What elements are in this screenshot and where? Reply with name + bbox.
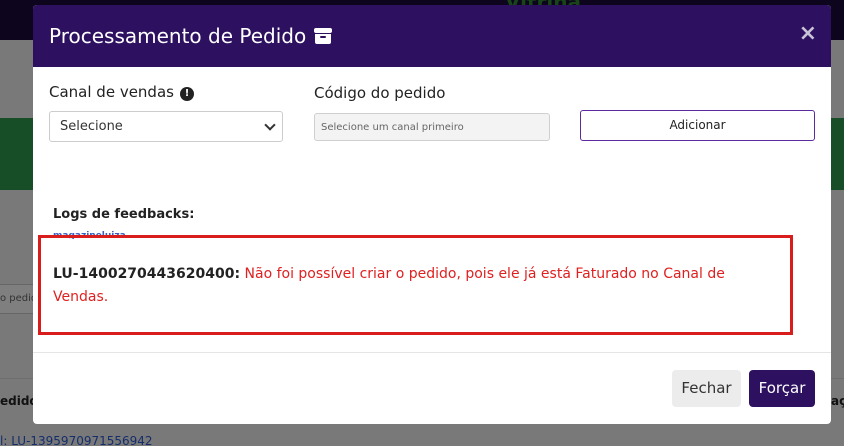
sales-channel-select[interactable]: Selecione [49,111,283,142]
logs-label: Logs de feedbacks: [53,207,195,222]
log-order-id: LU-1400270443620400: [53,266,241,282]
sales-channel-select-value: Selecione [60,119,123,134]
force-button[interactable]: Forçar [749,370,815,407]
box-icon [314,28,333,44]
close-modal-button[interactable]: Fechar [672,370,741,407]
modal-title: Processamento de Pedido [49,24,307,48]
footer-divider [33,352,831,353]
order-code-label: Código do pedido [314,84,446,102]
order-processing-modal: Processamento de Pedido × Canal de venda… [33,5,831,424]
sales-channel-label: Canal de vendas! [49,83,194,101]
modal-header: Processamento de Pedido × [33,5,831,67]
order-code-input[interactable]: Selecione um canal primeiro [314,113,550,141]
chevron-down-icon [264,119,276,131]
info-icon: ! [179,87,194,101]
sales-channel-label-text: Canal de vendas [49,83,174,101]
close-button[interactable]: × [799,23,817,45]
add-button[interactable]: Adicionar [580,110,815,141]
log-entry: LU-1400270443620400: Não foi possível cr… [53,263,773,309]
